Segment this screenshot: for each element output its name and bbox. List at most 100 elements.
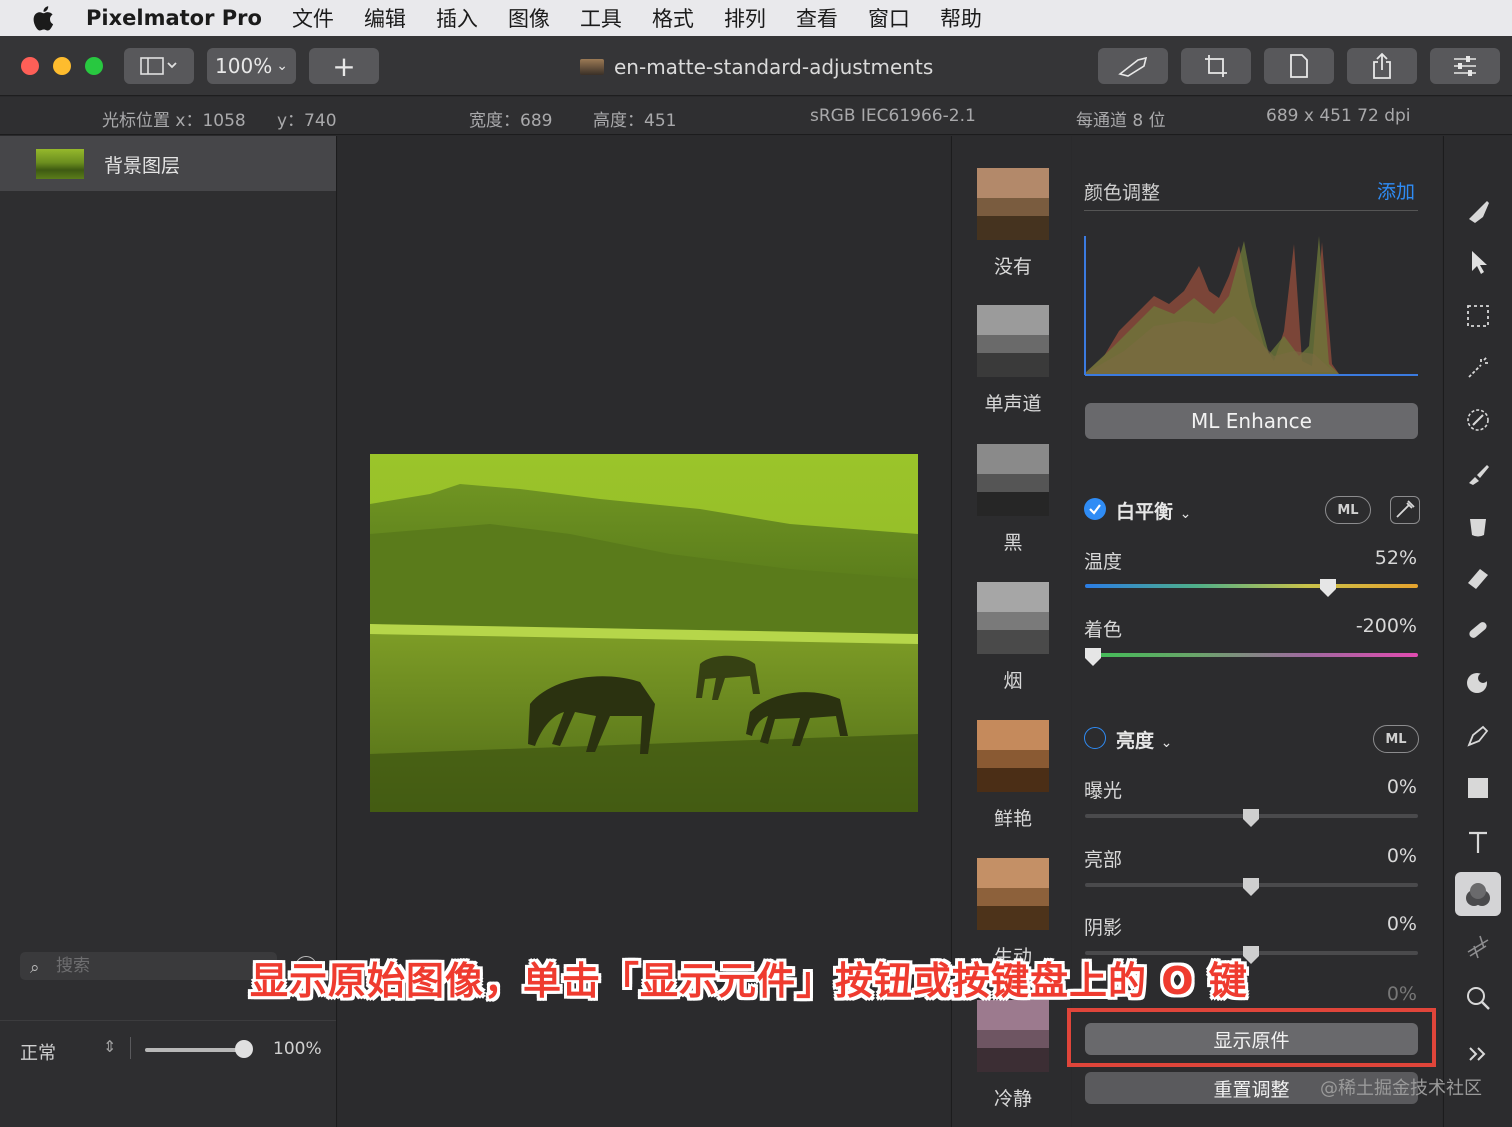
eyedropper-icon <box>1396 500 1415 518</box>
repair-tool-button[interactable] <box>1098 48 1168 84</box>
effects-tool-icon[interactable] <box>1462 930 1494 962</box>
eyedropper-button[interactable] <box>1390 496 1420 524</box>
chevron-down-icon: ⌄ <box>1179 506 1192 522</box>
menu-help[interactable]: 帮助 <box>940 3 982 33</box>
paint-tool-icon[interactable] <box>1462 458 1494 490</box>
opacity-slider[interactable] <box>145 1048 245 1052</box>
menu-insert[interactable]: 插入 <box>436 3 478 33</box>
paint-brush-icon <box>1469 201 1489 223</box>
share-button[interactable] <box>1347 48 1417 84</box>
preset-none[interactable]: 没有 <box>977 168 1049 279</box>
eyedropper-circle-icon <box>1467 409 1489 431</box>
shape-tool-icon[interactable] <box>1462 772 1494 804</box>
menu-file[interactable]: 文件 <box>292 3 334 33</box>
brightness-ml-button[interactable]: ML <box>1373 725 1419 753</box>
preset-thumbnail <box>977 444 1049 516</box>
distort-tool-icon[interactable] <box>1462 666 1494 698</box>
menu-window[interactable]: 窗口 <box>868 3 910 33</box>
layer-name: 背景图层 <box>104 155 181 177</box>
brightness-title-text: 亮度 <box>1116 730 1155 752</box>
brightness-title[interactable]: 亮度 ⌄ <box>1116 726 1172 753</box>
pen-nib-icon <box>1467 725 1489 747</box>
crop-button[interactable] <box>1181 48 1251 84</box>
preset-thumbnail <box>977 305 1049 377</box>
blend-mode-select[interactable]: 正常 <box>20 1039 56 1065</box>
menu-edit[interactable]: 编辑 <box>364 3 406 33</box>
tint-slider[interactable] <box>1085 653 1418 657</box>
temperature-slider[interactable] <box>1085 584 1418 588</box>
zoom-window-button[interactable] <box>85 57 103 75</box>
menu-arrange[interactable]: 排列 <box>724 3 766 33</box>
pen-tool-icon[interactable] <box>1462 720 1494 752</box>
style-tool-icon[interactable] <box>1462 194 1494 226</box>
temperature-slider-knob[interactable] <box>1319 579 1336 597</box>
preset-label: 烟 <box>1003 670 1023 692</box>
menu-app-name[interactable]: Pixelmator Pro <box>86 6 262 30</box>
menu-format[interactable]: 格式 <box>652 3 694 33</box>
zoom-select[interactable]: 100% ⌄ <box>207 48 296 84</box>
color-adjust-tool-icon[interactable] <box>1462 879 1494 911</box>
apple-icon[interactable] <box>32 5 54 31</box>
close-window-button[interactable] <box>21 57 39 75</box>
menu-view[interactable]: 查看 <box>796 3 838 33</box>
sidebar-toggle-button[interactable] <box>124 48 194 84</box>
bandage-icon <box>1469 622 1487 638</box>
highlights-slider-knob[interactable] <box>1243 878 1259 896</box>
arrange-tool-icon[interactable] <box>1462 246 1494 278</box>
preset-thumbnail <box>977 720 1049 792</box>
preset-black[interactable]: 黑 <box>977 444 1049 555</box>
opacity-slider-knob[interactable] <box>235 1040 253 1058</box>
color-picker-tool-icon[interactable] <box>1462 404 1494 436</box>
preset-label: 冷静 <box>993 1088 1032 1110</box>
zoom-tool-icon[interactable] <box>1462 982 1494 1014</box>
panel-title: 颜色调整 <box>1084 182 1161 204</box>
preset-label: 鲜艳 <box>993 808 1032 830</box>
ml-enhance-button[interactable]: ML Enhance <box>1085 403 1418 439</box>
type-tool-icon[interactable] <box>1462 826 1494 858</box>
retouch-tool-icon[interactable] <box>1462 614 1494 646</box>
dimensions-dpi: 689 x 451 72 dpi <box>1266 106 1411 126</box>
minimize-window-button[interactable] <box>53 57 71 75</box>
preset-mono[interactable]: 单声道 <box>977 305 1049 416</box>
double-chevron-right-icon <box>1469 1047 1486 1061</box>
fill-tool-icon[interactable] <box>1462 510 1494 542</box>
search-icon: ⌕ <box>30 958 40 978</box>
canvas-image[interactable] <box>370 454 918 812</box>
layer-search-input[interactable] <box>56 955 266 977</box>
document-icon <box>580 59 604 75</box>
preset-vivid[interactable]: 鲜艳 <box>977 720 1049 831</box>
eraser-icon <box>1468 569 1488 589</box>
divider <box>130 1037 131 1059</box>
blend-row: 正常 ⇕ 100% <box>0 1020 336 1076</box>
preset-calm[interactable]: 冷静 <box>977 1000 1049 1111</box>
chevron-down-icon: ⌄ <box>1160 735 1173 751</box>
tint-slider-knob[interactable] <box>1085 648 1101 666</box>
magnifier-icon <box>1467 987 1490 1010</box>
preset-smoke[interactable]: 烟 <box>977 582 1049 693</box>
white-balance-ml-button[interactable]: ML <box>1325 496 1371 524</box>
exposure-slider-knob[interactable] <box>1243 809 1259 827</box>
highlights-value: 0% <box>1386 845 1417 867</box>
opacity-value: 100% <box>273 1039 322 1059</box>
selection-tool-icon[interactable] <box>1462 300 1494 332</box>
menu-image[interactable]: 图像 <box>508 3 550 33</box>
white-balance-checkbox[interactable] <box>1084 498 1106 520</box>
lasso-tool-icon[interactable] <box>1462 352 1494 384</box>
brightness-checkbox[interactable] <box>1084 727 1106 749</box>
format-button[interactable] <box>1264 48 1334 84</box>
erase-tool-icon[interactable] <box>1462 562 1494 594</box>
color-profile: sRGB IEC61966-2.1 <box>810 106 976 126</box>
cursor-x: 光标位置 x：1058 <box>102 111 246 131</box>
adjustments-toggle-button[interactable] <box>1430 48 1500 84</box>
layer-row[interactable]: 背景图层 <box>0 136 336 191</box>
add-adjustment-button[interactable]: 添加 <box>1377 177 1415 204</box>
more-tools-icon[interactable] <box>1462 1038 1494 1070</box>
highlight-annotation-box <box>1067 1008 1436 1067</box>
watermark: @稀土掘金技术社区 <box>1320 1078 1482 1099</box>
updown-chevron-icon[interactable]: ⇕ <box>103 1037 116 1056</box>
document-title: en-matte-standard-adjustments <box>580 54 933 80</box>
add-button[interactable]: + <box>309 48 379 84</box>
menu-tools[interactable]: 工具 <box>580 3 622 33</box>
blob-icon <box>1467 673 1488 693</box>
white-balance-title[interactable]: 白平衡 ⌄ <box>1116 497 1191 524</box>
